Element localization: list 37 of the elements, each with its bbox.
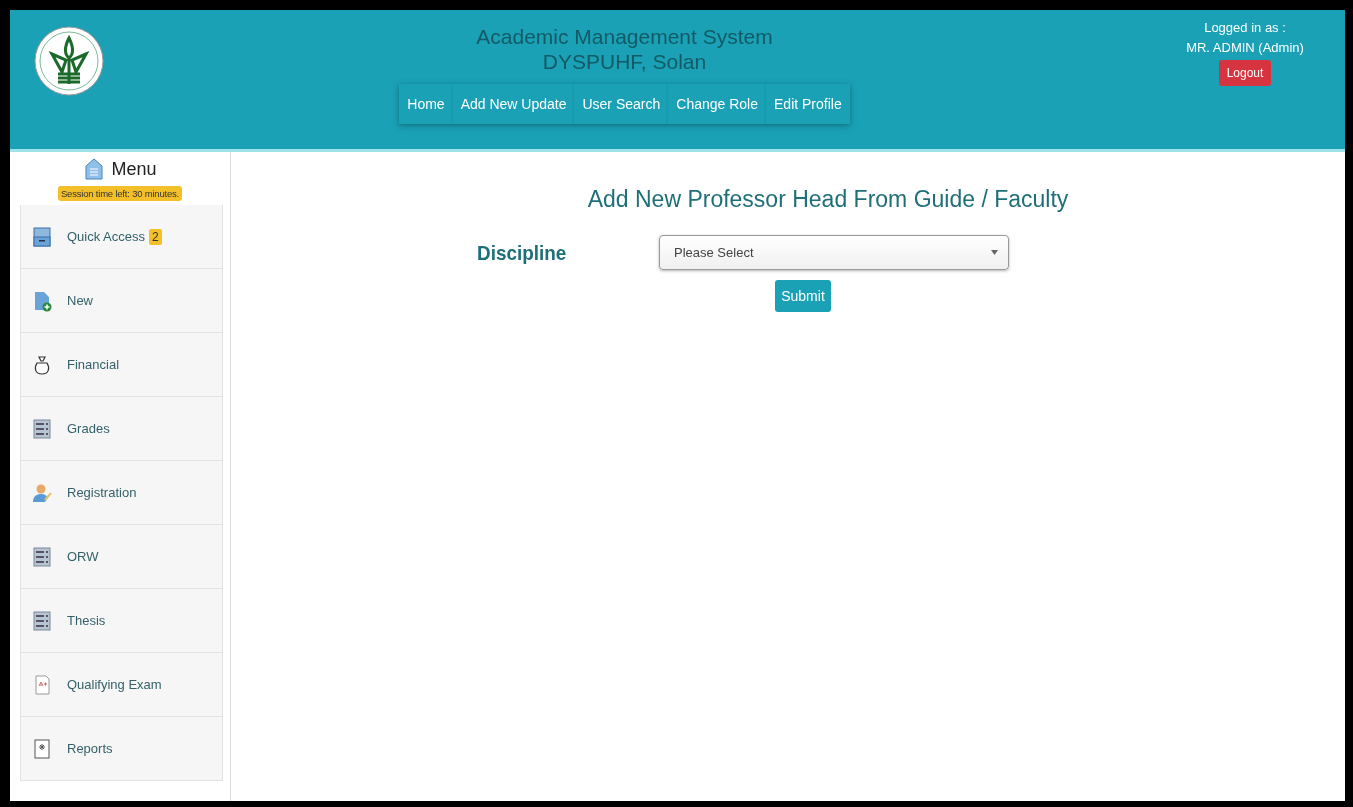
menu-item[interactable]: Registration: [20, 461, 223, 525]
menu-item[interactable]: New: [20, 269, 223, 333]
logged-in-label: Logged in as :: [1204, 19, 1286, 37]
menu-item[interactable]: Financial: [20, 333, 223, 397]
app-title: Academic Management System: [476, 24, 773, 49]
count-badge: 2: [149, 228, 162, 245]
menu-item-label: New: [67, 293, 93, 308]
report-icon: [31, 737, 53, 760]
institution-name: DYSPUHF, Solan: [542, 49, 707, 74]
university-logo-icon: [34, 26, 104, 96]
table-icon: [31, 545, 53, 568]
menu-item[interactable]: Grades: [20, 397, 223, 461]
menu-item-label: Grades: [67, 421, 110, 436]
menu-item[interactable]: Qualifying Exam: [20, 653, 223, 717]
menu-item-label: Registration: [67, 485, 137, 500]
menu-icon: [83, 158, 106, 180]
menu-item-label: Qualifying Exam: [67, 677, 162, 692]
menu-item-label: Thesis: [67, 613, 106, 628]
menu-item-label: Financial: [67, 357, 120, 372]
menu-item-label: ORW: [67, 549, 99, 564]
table-icon: [31, 417, 53, 440]
caret-icon: [991, 250, 998, 255]
session-timer: Session time left: 30 minutes.: [57, 186, 183, 201]
menu-item-label: Quick Access: [67, 229, 146, 244]
discipline-label: Discipline: [477, 240, 568, 265]
page-heading: Add New Professor Head From Guide / Faculty: [587, 186, 1069, 213]
drawer-icon: [31, 225, 53, 248]
menu-item[interactable]: ORW: [20, 525, 223, 589]
table-icon: [31, 609, 53, 632]
logout-button[interactable]: Logout: [1218, 60, 1272, 86]
menu-item[interactable]: Thesis: [20, 589, 223, 653]
menu-item[interactable]: Quick Access 2: [20, 205, 223, 269]
menu-item-label: Reports: [67, 741, 113, 756]
menu-title: Menu: [111, 158, 157, 180]
discipline-dropdown[interactable]: Please Select: [659, 235, 1009, 270]
menu-item[interactable]: Reports: [20, 717, 223, 781]
user-name: MR. ADMIN (Admin): [1186, 39, 1304, 57]
